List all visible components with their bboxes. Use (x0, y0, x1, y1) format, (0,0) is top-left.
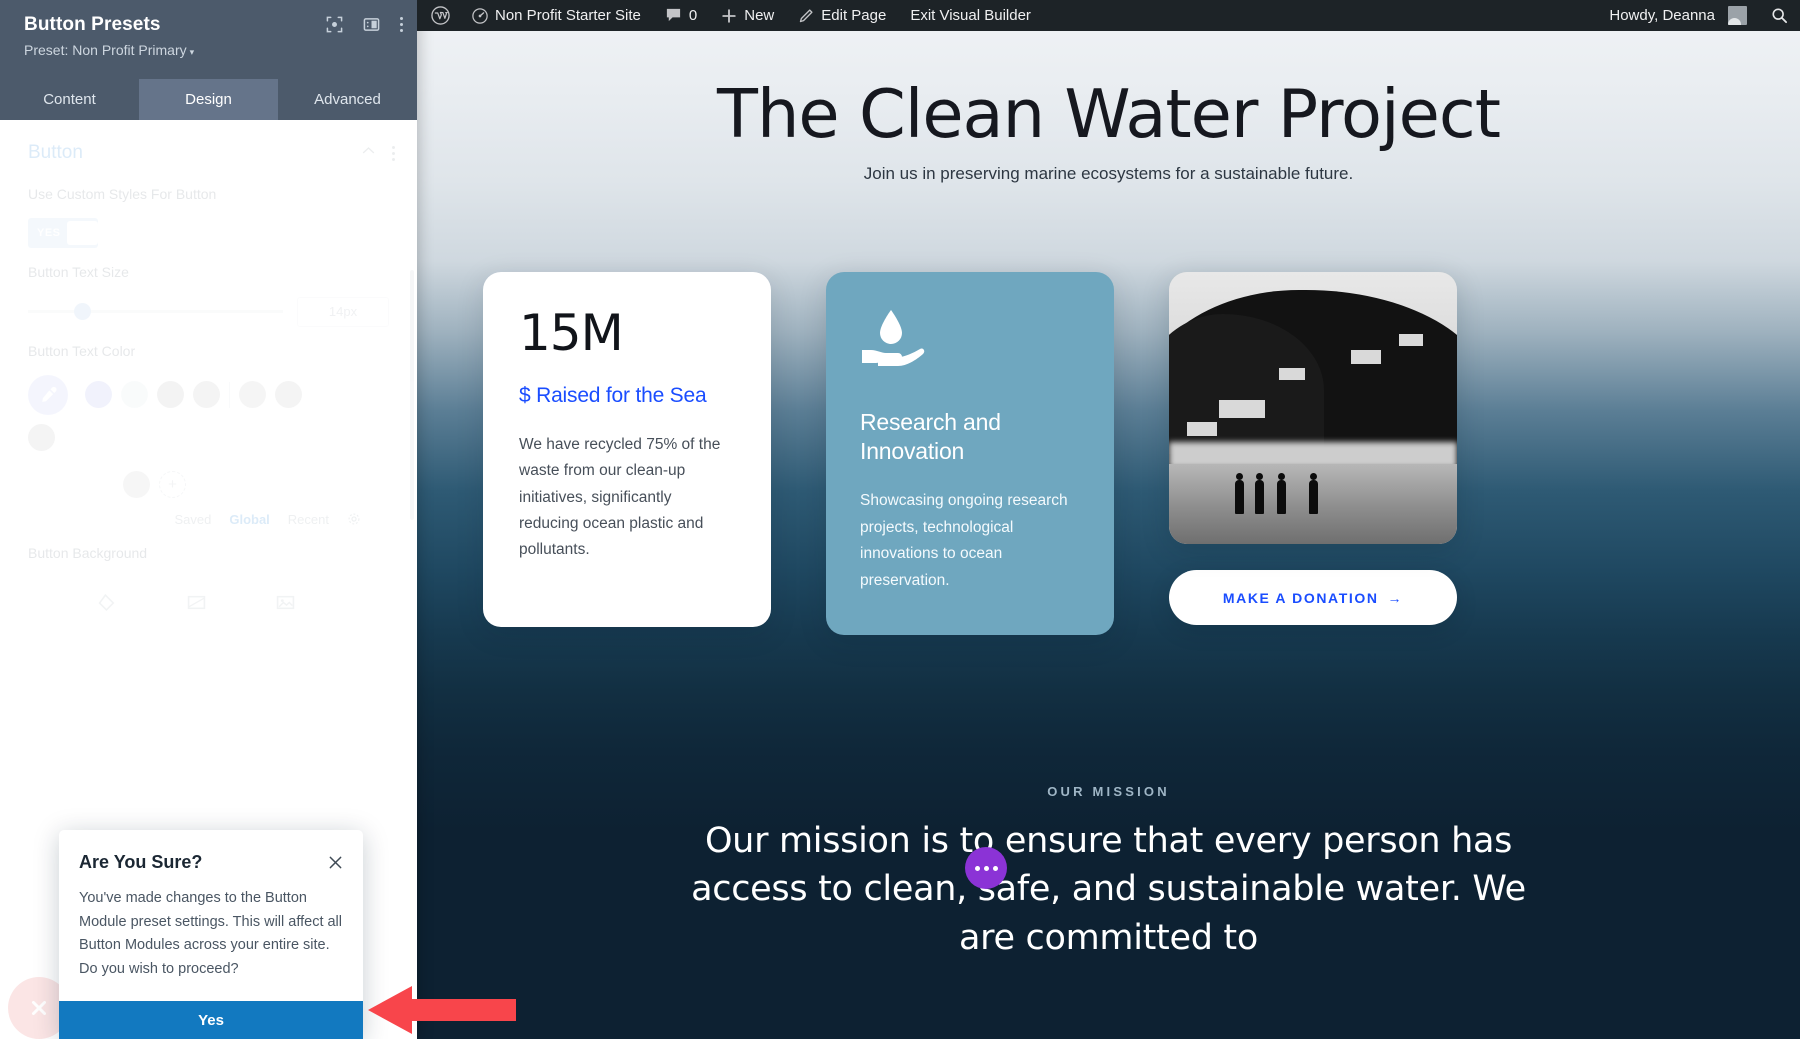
stat-number: 15M (519, 304, 624, 362)
comments-menu[interactable]: 0 (653, 0, 709, 31)
arrow-right-icon: → (1387, 589, 1404, 606)
chevron-up-icon[interactable] (361, 143, 376, 163)
feature-body: Showcasing ongoing research projects, te… (860, 491, 1068, 589)
media-card: MAKE A DONATION → (1169, 272, 1457, 625)
new-content-menu[interactable]: New (709, 0, 786, 31)
confirmation-modal: Are You Sure? You've made changes to the… (59, 830, 363, 1039)
plus-circle-icon[interactable]: + (159, 470, 186, 498)
comment-bubble-icon (665, 7, 682, 24)
comments-count: 0 (688, 7, 698, 24)
panel-preset-selector[interactable]: Preset: Non Profit Primary ▾ (24, 42, 399, 58)
panel-tabs: Content Design Advanced (0, 79, 417, 120)
field-text-size: Button Text Size 14px (0, 248, 417, 327)
divi-settings-fab[interactable] (965, 847, 1007, 889)
feature-card: Research and Innovation Showcasing ongoi… (826, 272, 1114, 635)
page-title: The Clean Water Project (717, 75, 1501, 153)
wordpress-logo-icon[interactable] (417, 0, 460, 31)
edit-page-menu[interactable]: Edit Page (786, 0, 898, 31)
stat-card: 15M $ Raised for the Sea We have recycle… (483, 272, 771, 627)
focus-target-icon[interactable] (326, 16, 343, 33)
donate-button-label: MAKE A DONATION (1222, 589, 1379, 606)
field-label-background: Button Background (28, 544, 148, 561)
account-menu[interactable]: Howdy, Deanna (1597, 0, 1759, 31)
field-label-text-color: Button Text Color (28, 342, 136, 359)
mission-eyebrow: OUR MISSION (1047, 784, 1170, 799)
feature-heading: Research and Innovation (860, 409, 1001, 464)
panel-scrollbar[interactable] (410, 270, 414, 520)
eyedropper-icon[interactable] (28, 374, 68, 415)
left-arrow-annotation (368, 984, 516, 1039)
color-fill-icon[interactable] (98, 593, 117, 617)
color-swatch[interactable] (157, 381, 184, 409)
text-size-slider[interactable] (28, 303, 283, 321)
confirm-yes-button[interactable]: Yes (59, 1001, 363, 1039)
color-swatch[interactable] (193, 381, 220, 409)
plus-icon (721, 8, 737, 24)
exit-visual-builder-label: Exit Visual Builder (910, 7, 1031, 24)
stat-label: $ Raised for the Sea (519, 384, 707, 407)
palette-tab-global[interactable]: Global (229, 512, 269, 529)
palette-tab-saved[interactable]: Saved (174, 512, 211, 529)
panel-layout-icon[interactable] (363, 16, 380, 33)
palette-tab-recent[interactable]: Recent (288, 512, 329, 529)
gear-icon[interactable] (347, 512, 361, 529)
close-icon[interactable] (328, 855, 343, 870)
color-swatch[interactable] (85, 381, 112, 409)
stat-body: We have recycled 75% of the waste from o… (519, 436, 721, 559)
toggle-value: YES (37, 227, 61, 240)
field-button-background: Button Background (0, 529, 417, 617)
field-text-color: Button Text Color + Saved Global Recent (0, 327, 417, 529)
gradient-icon[interactable] (187, 593, 206, 617)
more-vertical-icon[interactable] (400, 17, 403, 32)
mission-text: Our mission is to ensure that every pers… (691, 821, 1526, 958)
color-swatch[interactable] (121, 381, 148, 409)
image-icon[interactable] (276, 593, 295, 617)
custom-styles-toggle[interactable]: YES (28, 218, 98, 249)
color-swatch[interactable] (28, 423, 55, 451)
search-icon[interactable] (1759, 0, 1800, 31)
tab-content[interactable]: Content (0, 79, 139, 120)
color-swatch[interactable] (123, 470, 150, 498)
make-a-donation-button[interactable]: MAKE A DONATION → (1169, 570, 1457, 625)
panel-settings-dimmed-group: Button Use Custom Styles For Button YES (0, 120, 417, 617)
toggle-knob (66, 221, 98, 246)
hand-holding-water-drop-icon (860, 308, 926, 376)
field-custom-styles: Use Custom Styles For Button YES (0, 170, 417, 249)
field-label-text-size: Button Text Size (28, 264, 129, 281)
cards-row: 15M $ Raised for the Sea We have recycle… (483, 272, 1783, 635)
dashboard-icon (472, 7, 488, 24)
color-swatch[interactable] (239, 381, 266, 409)
page-canvas: The Clean Water Project Join us in prese… (417, 31, 1800, 1039)
modal-title: Are You Sure? (79, 852, 203, 873)
text-size-value[interactable]: 14px (297, 296, 389, 327)
site-name-label: Non Profit Starter Site (495, 7, 641, 24)
tab-design[interactable]: Design (139, 79, 278, 120)
new-label: New (744, 7, 775, 24)
beach-photo (1169, 272, 1457, 544)
chevron-down-icon: ▾ (189, 47, 195, 57)
tab-advanced[interactable]: Advanced (278, 79, 417, 120)
panel-header: Button Presets Preset: Non Profit Primar… (0, 0, 417, 79)
panel-preset-label: Preset: Non Profit Primary (24, 42, 187, 58)
pencil-icon (798, 8, 814, 24)
field-label-custom-styles: Use Custom Styles For Button (28, 186, 217, 202)
site-name-menu[interactable]: Non Profit Starter Site (460, 0, 653, 31)
section-title: Button (28, 142, 83, 163)
page-subtitle: Join us in preserving marine ecosystems … (863, 164, 1354, 183)
exit-visual-builder-menu[interactable]: Exit Visual Builder (898, 0, 1043, 31)
section-header-button[interactable]: Button (0, 120, 417, 170)
user-avatar-icon (1728, 6, 1747, 25)
more-vertical-icon[interactable] (392, 145, 395, 161)
color-swatch[interactable] (275, 381, 302, 409)
edit-page-label: Edit Page (821, 7, 887, 24)
wp-admin-bar: Non Profit Starter Site 0 New Edit Page … (417, 0, 1800, 31)
divider (229, 381, 230, 408)
howdy-label: Howdy, Deanna (1609, 7, 1715, 24)
slider-handle[interactable] (73, 303, 91, 321)
palette-tabs: Saved Global Recent (28, 498, 389, 529)
modal-body-text: You've made changes to the Button Module… (79, 890, 343, 977)
